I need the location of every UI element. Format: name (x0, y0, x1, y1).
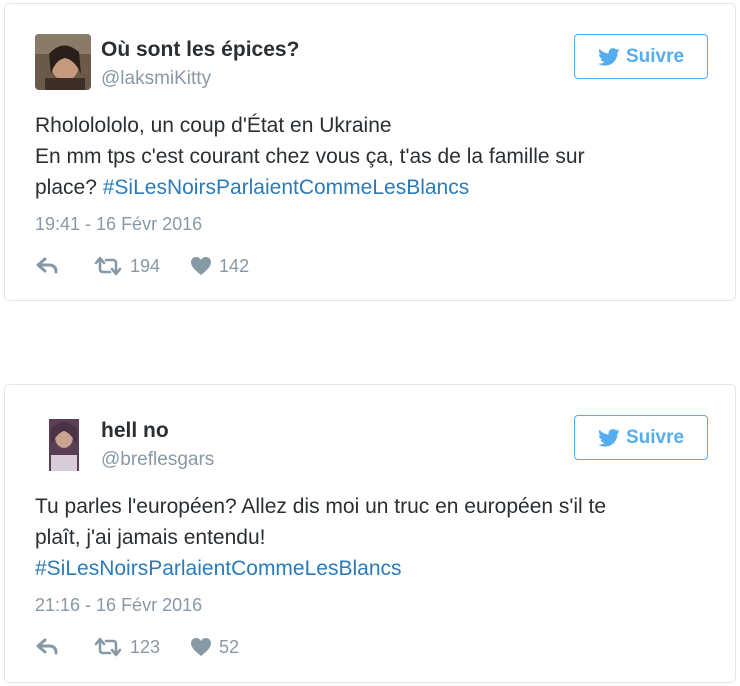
user-handle[interactable]: @laksmiKitty (101, 68, 211, 90)
tweet-text-line: plaît, j'ai jamais entendu! (35, 526, 266, 549)
like-count: 52 (219, 636, 240, 657)
retweet-button[interactable]: 123 (93, 637, 160, 658)
tweet-card: Où sont les épices? @laksmiKitty Suivre … (4, 3, 736, 301)
retweet-count: 123 (130, 636, 161, 657)
tweet-text-fragment: place? (35, 176, 97, 199)
follow-button[interactable]: Suivre (574, 34, 708, 79)
avatar[interactable] (35, 34, 91, 90)
tweet-text-line: #SiLesNoirsParlaientCommeLesBlancs (35, 553, 705, 584)
user-handle[interactable]: @breflesgars (101, 449, 214, 471)
like-button[interactable]: 142 (190, 256, 249, 277)
tweet-actions: 194 142 (35, 254, 249, 278)
display-name[interactable]: Où sont les épices? (101, 38, 299, 62)
tweet-actions: 123 52 (35, 635, 239, 659)
tweet-card: hell no @breflesgars Suivre Tu parles l'… (4, 384, 736, 683)
retweet-icon (94, 637, 122, 657)
timestamp[interactable]: 19:41 - 16 Févr 2016 (35, 214, 202, 235)
tweet-text-line: place? #SiLesNoirsParlaientCommeLesBlanc… (35, 172, 705, 203)
follow-label: Suivre (625, 45, 685, 67)
reply-icon (36, 638, 58, 655)
tweet-text: Tu parles l'européen? Allez dis moi un t… (35, 491, 705, 584)
twitter-bird-icon (598, 428, 620, 447)
like-button[interactable]: 52 (190, 637, 239, 658)
tweet-text-line: En mm tps c'est courant chez vous ça, t'… (35, 145, 585, 168)
retweet-button[interactable]: 194 (93, 256, 160, 277)
retweet-icon (94, 256, 122, 276)
reply-button[interactable] (35, 638, 59, 656)
display-name[interactable]: hell no (101, 419, 169, 443)
hashtag-link[interactable]: #SiLesNoirsParlaientCommeLesBlancs (35, 557, 402, 580)
like-count: 142 (219, 255, 250, 276)
retweet-count: 194 (130, 255, 161, 276)
heart-icon (191, 638, 212, 656)
tweet-text-line: Tu parles l'européen? Allez dis moi un t… (35, 495, 607, 518)
tweet-text: Rhololololo, un coup d'État en Ukraine E… (35, 110, 705, 203)
timestamp[interactable]: 21:16 - 16 Févr 2016 (35, 595, 202, 616)
follow-label: Suivre (625, 426, 685, 448)
heart-icon (191, 257, 212, 275)
reply-icon (36, 257, 58, 274)
twitter-bird-icon (598, 47, 620, 66)
follow-button[interactable]: Suivre (574, 415, 708, 460)
tweet-text-line: Rhololololo, un coup d'État en Ukraine (35, 114, 392, 137)
hashtag-link[interactable]: #SiLesNoirsParlaientCommeLesBlancs (103, 176, 470, 199)
reply-button[interactable] (35, 257, 59, 275)
avatar[interactable] (35, 415, 91, 471)
